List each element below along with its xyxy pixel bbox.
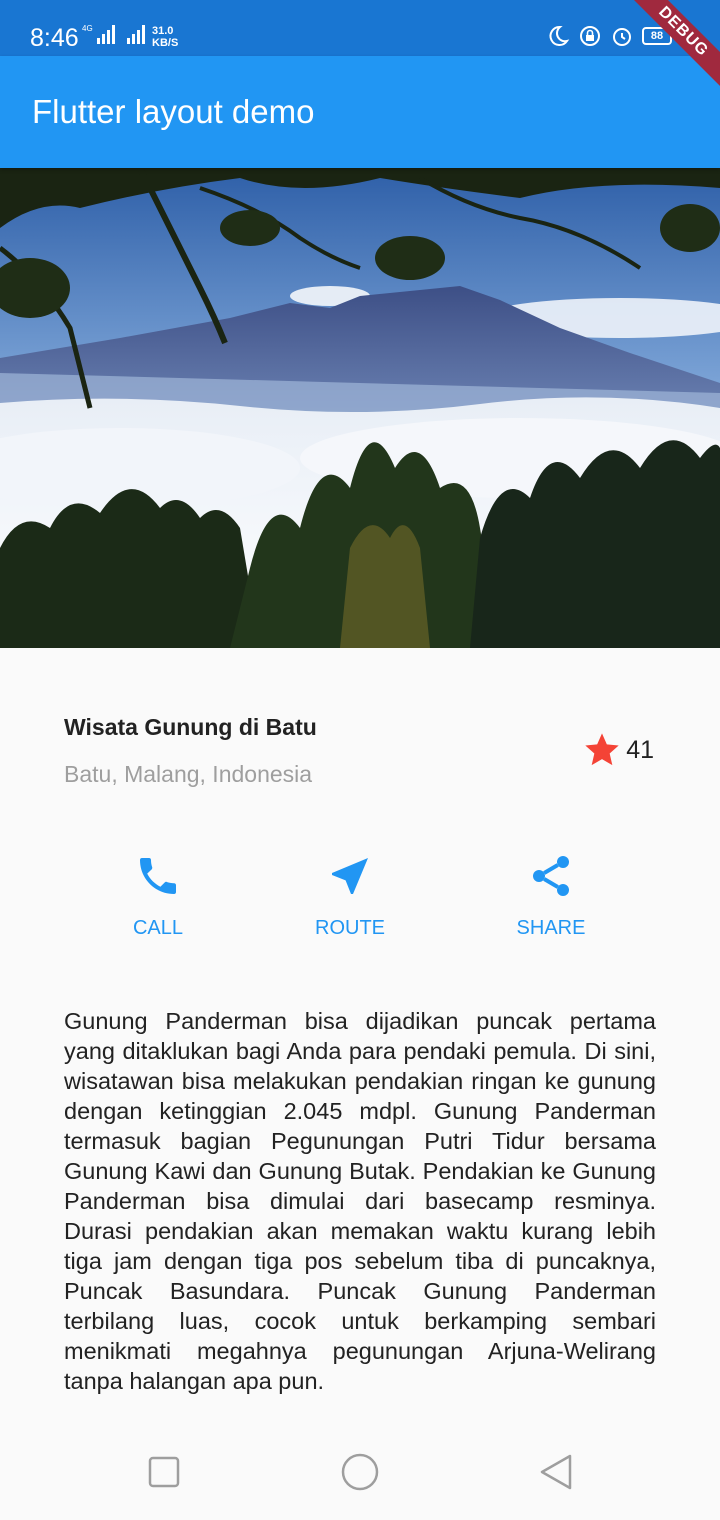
vpn-lock-icon bbox=[580, 26, 600, 46]
net-speed: 31.0 KB/S bbox=[152, 25, 179, 49]
description-text: Gunung Panderman bisa dijadikan puncak p… bbox=[64, 1008, 656, 1394]
signal-icon bbox=[96, 24, 115, 44]
share-label: SHARE bbox=[516, 917, 586, 939]
status-bar: 8:46 4G 31.0 KB/S 88 bbox=[0, 0, 720, 56]
app-bar: Flutter layout demo bbox=[0, 56, 720, 168]
signal-icons: 4G bbox=[82, 24, 145, 44]
route-button[interactable]: ROUTE bbox=[280, 852, 420, 940]
rating-count: 41 bbox=[626, 736, 654, 764]
route-label: ROUTE bbox=[315, 917, 385, 939]
back-icon[interactable] bbox=[532, 1452, 580, 1492]
phone-icon bbox=[140, 858, 176, 894]
title-section: Wisata Gunung di Batu Batu, Malang, Indo… bbox=[64, 706, 656, 796]
share-button[interactable]: SHARE bbox=[481, 852, 621, 940]
home-icon[interactable] bbox=[336, 1452, 384, 1492]
place-subtitle: Batu, Malang, Indonesia bbox=[64, 761, 313, 787]
alarm-icon bbox=[613, 28, 631, 46]
network-type: 4G bbox=[82, 24, 93, 33]
app-title: Flutter layout demo bbox=[32, 93, 315, 130]
hero-image bbox=[0, 168, 720, 648]
share-icon bbox=[533, 856, 569, 896]
recent-apps-icon[interactable] bbox=[140, 1452, 188, 1492]
call-label: CALL bbox=[132, 917, 184, 939]
signal-icon bbox=[126, 24, 145, 44]
rating[interactable]: 41 bbox=[582, 730, 654, 770]
call-button[interactable]: CALL bbox=[88, 852, 228, 940]
button-row: CALL ROUTE SHARE bbox=[0, 852, 720, 952]
navigation-bar bbox=[0, 1424, 720, 1520]
place-title: Wisata Gunung di Batu bbox=[64, 714, 317, 740]
navigation-icon bbox=[332, 858, 368, 894]
status-time: 8:46 bbox=[30, 24, 79, 52]
moon-icon bbox=[549, 25, 570, 46]
star-icon[interactable] bbox=[582, 730, 622, 770]
